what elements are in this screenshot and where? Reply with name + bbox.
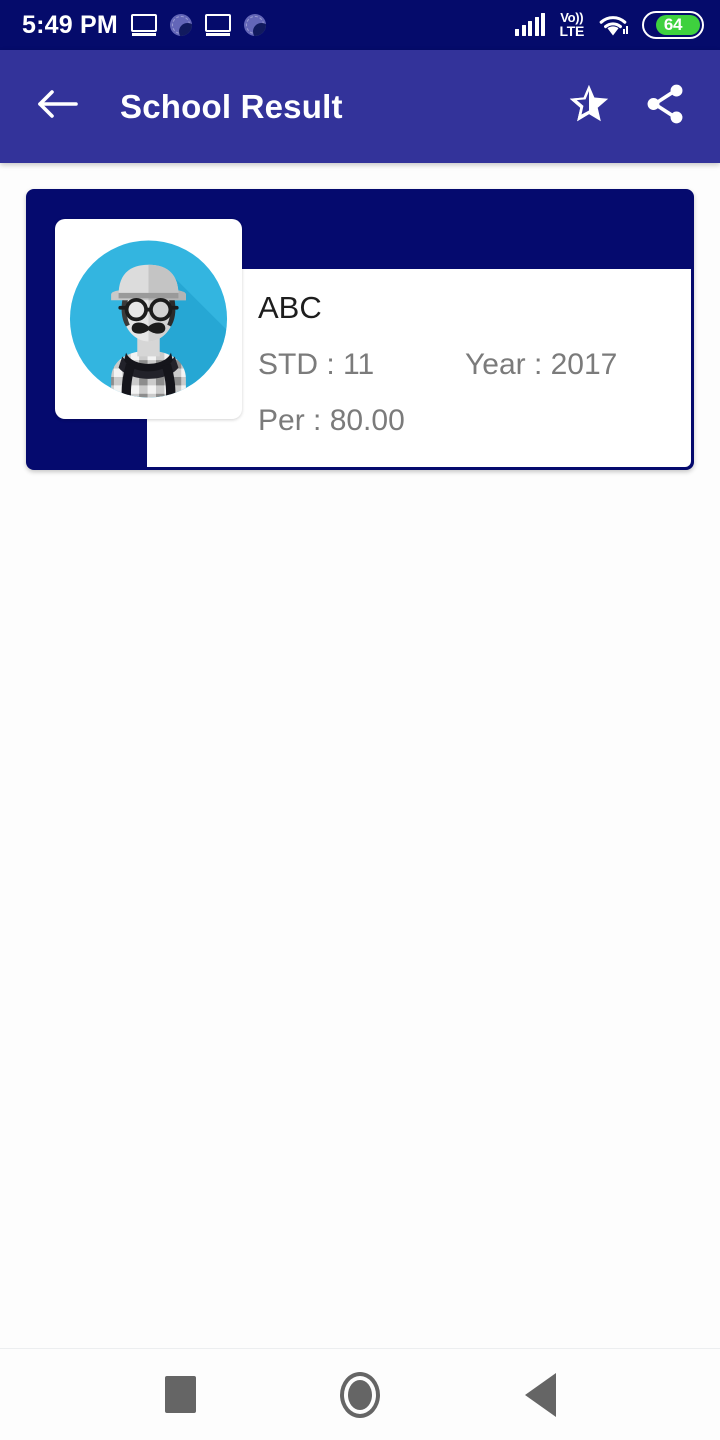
circle-home-icon: [340, 1371, 380, 1418]
wifi-icon: [598, 13, 628, 37]
back-button[interactable]: [30, 79, 86, 135]
student-meta-row: STD : 11 Year : 2017: [258, 348, 670, 382]
share-button[interactable]: [634, 76, 696, 138]
page-title: School Result: [120, 87, 343, 125]
arrow-back-icon: [37, 87, 79, 126]
app-bar: School Result: [0, 50, 720, 163]
cast-icon: [130, 14, 157, 36]
android-navigation-bar: [0, 1348, 720, 1440]
student-std: STD : 11: [258, 348, 375, 382]
share-icon: [641, 81, 689, 132]
notification-badge-icon: [243, 14, 266, 36]
student-result-card[interactable]: ABC STD : 11 Year : 2017 Per : 80.00: [26, 189, 694, 470]
home-button[interactable]: [324, 1359, 396, 1431]
avatar: [55, 219, 242, 419]
volte-label-bottom: LTE: [559, 22, 584, 39]
status-bar-right: Vo)) LTE 64: [515, 11, 704, 39]
notification-badge-icon: [169, 14, 192, 36]
star-half-icon: [565, 81, 613, 132]
student-percentage: Per : 80.00: [258, 404, 405, 438]
battery-level-label: 64: [663, 15, 683, 34]
main-content: ABC STD : 11 Year : 2017 Per : 80.00: [0, 163, 720, 470]
favorite-button[interactable]: [558, 76, 620, 138]
battery-icon: 64: [642, 11, 704, 39]
cast-icon: [204, 14, 231, 36]
square-recents-icon: [164, 1376, 196, 1413]
student-name: ABC: [258, 290, 322, 325]
signal-icon: [515, 13, 546, 36]
student-year: Year : 2017: [465, 348, 618, 382]
triangle-back-icon: [524, 1372, 556, 1417]
status-bar: 5:49 PM Vo)) LTE 64: [0, 0, 720, 50]
back-nav-button[interactable]: [504, 1359, 576, 1431]
recents-button[interactable]: [144, 1359, 216, 1431]
status-bar-left: 5:49 PM: [22, 11, 515, 40]
hipster-avatar-icon: [69, 240, 228, 398]
student-info: ABC STD : 11 Year : 2017 Per : 80.00: [258, 290, 670, 438]
volte-icon: Vo)) LTE: [559, 11, 584, 39]
status-time: 5:49 PM: [22, 10, 118, 39]
